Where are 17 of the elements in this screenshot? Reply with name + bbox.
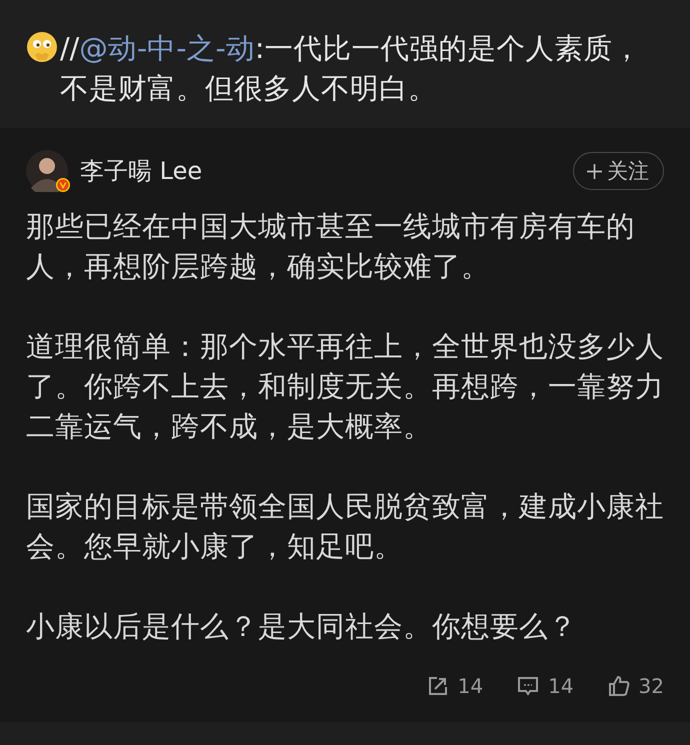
repost-text: //@动-中-之-动:一代比一代强的是个人素质，不是财富。但很多人不明白。 (60, 30, 642, 107)
post-paragraph: 小康以后是什么？是大同社会。你想要么？ (26, 608, 578, 645)
share-button[interactable]: 14 (426, 674, 484, 698)
follow-button[interactable]: 关注 (573, 152, 664, 190)
share-icon (426, 675, 449, 697)
thinking-emoji-icon (26, 31, 58, 63)
post-paragraph: 国家的目标是带领全国人民脱贫致富，建成小康社会。您早就小康了，知足吧。 (26, 488, 665, 565)
author-name[interactable]: 李子暘 Lee (80, 155, 202, 187)
comment-button[interactable]: 14 (517, 674, 574, 698)
thumbs-up-icon (608, 675, 630, 697)
thumbs-up-button[interactable]: 32 (608, 674, 664, 698)
avatar-icon (26, 150, 68, 192)
post-paragraph: 道理很简单：那个水平再往上，全世界也没多少人了。你跨不上去，和制度无关。再想跨，一靠努力二靠运气，跨不成，是大概率。 (26, 328, 665, 445)
post-paragraph: 那些已经在中国大城市甚至一线城市有房有车的人，再想阶层跨越，确实比较难了。 (26, 208, 636, 285)
mention-link[interactable]: @动-中-之-动 (79, 31, 255, 65)
plus-icon (586, 162, 603, 180)
comment-icon (517, 675, 540, 697)
